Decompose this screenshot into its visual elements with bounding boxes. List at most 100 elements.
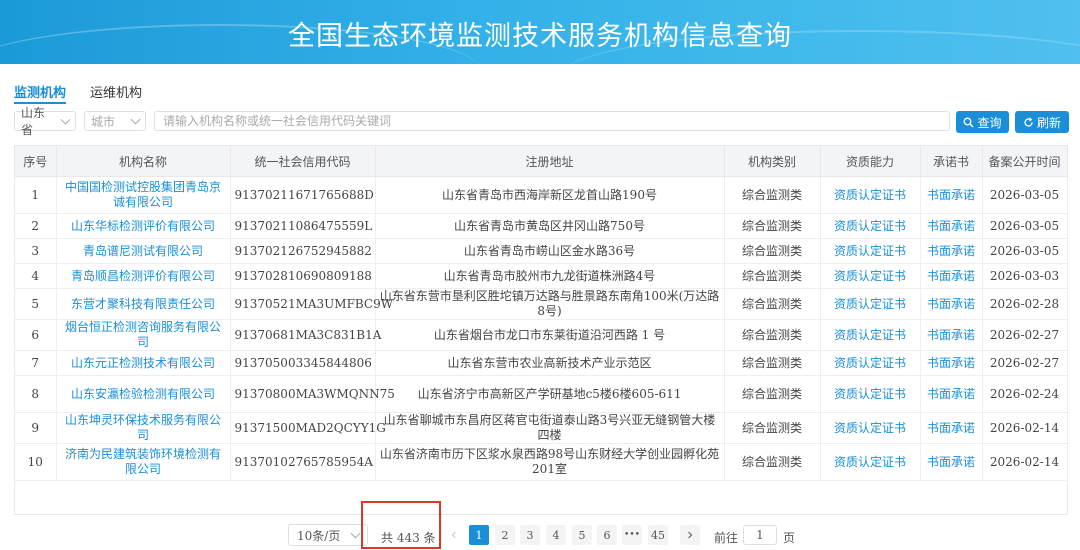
qualification-link[interactable]: 资质认定证书 [820,288,921,320]
row-number: 9 [15,412,57,444]
category: 综合监测类 [724,443,821,481]
column-header: 备案公开时间 [982,146,1068,177]
commitment-link[interactable]: 书面承诺 [920,350,983,376]
table-row: 8 山东安瀛检验检测有限公司 91370800MA3WMQNN75 山东省济宁市… [15,375,1068,413]
column-header: 注册地址 [375,146,725,177]
row-number: 1 [15,176,57,214]
filing-date: 2026-02-14 [982,443,1068,481]
tab-operation[interactable]: 运维机构 [90,82,142,104]
address: 山东省青岛市黄岛区井冈山路750号 [375,213,725,239]
tab-bar: 监测机构 运维机构 [14,82,142,104]
qualification-link[interactable]: 资质认定证书 [820,238,921,264]
qualification-link[interactable]: 资质认定证书 [820,176,921,214]
credit-code: 91370800MA3WMQNN75 [230,375,395,413]
qualification-link[interactable]: 资质认定证书 [820,213,921,239]
credit-code: 91370681MA3C831B1A [230,319,381,351]
filing-date: 2026-02-27 [982,350,1068,376]
commitment-link[interactable]: 书面承诺 [920,412,983,444]
address: 山东省青岛市胶州市九龙街道株洲路4号 [375,263,725,289]
org-name-link[interactable]: 东营才聚科技有限责任公司 [56,288,231,320]
column-header: 资质能力 [820,146,921,177]
row-number: 10 [15,443,57,481]
page-button[interactable]: 5 [572,525,592,545]
credit-code: 91371500MAD2QCYY1G [230,412,386,444]
search-input[interactable]: 请输入机构名称或统一社会信用代码关键词 [154,111,950,131]
category: 综合监测类 [724,319,821,351]
org-name-link[interactable]: 山东坤灵环保技术服务有限公司 [56,412,231,444]
filing-date: 2026-03-03 [982,263,1068,289]
filing-date: 2026-02-24 [982,375,1068,413]
refresh-button-label: 刷新 [1036,115,1061,130]
commitment-link[interactable]: 书面承诺 [920,319,983,351]
org-name-link[interactable]: 中国国检测试控股集团青岛京诚有限公司 [56,176,231,214]
table-row: 4 青岛顺昌检测评价有限公司 913702810690809188 山东省青岛市… [15,263,1068,289]
city-select-placeholder: 城市 [91,114,116,129]
row-number: 4 [15,263,57,289]
commitment-link[interactable]: 书面承诺 [920,238,983,264]
page-button[interactable]: 2 [495,525,515,545]
page-button[interactable]: 6 [597,525,617,545]
org-name-link[interactable]: 山东华标检测评价有限公司 [56,213,231,239]
credit-code: 91370211086475559L [230,213,376,239]
table-row: 9 山东坤灵环保技术服务有限公司 91371500MAD2QCYY1G 山东省聊… [15,412,1068,444]
row-number: 5 [15,288,57,320]
address: 山东省聊城市东昌府区蒋官屯街道泰山路3号兴亚无缝钢管大楼四楼 [375,412,725,444]
commitment-link[interactable]: 书面承诺 [920,375,983,413]
table-row: 6 烟台恒正检测咨询服务有限公司 91370681MA3C831B1A 山东省烟… [15,319,1068,351]
chevron-down-icon [130,114,141,125]
credit-code: 913702810690809188 [230,263,376,289]
province-select[interactable]: 山东省 [14,106,76,137]
org-name-link[interactable]: 山东安瀛检验检测有限公司 [56,375,231,413]
org-name-link[interactable]: 济南为民建筑装饰环境检测有限公司 [56,443,231,481]
highlight-annotation-box [361,501,441,549]
commitment-link[interactable]: 书面承诺 [920,263,983,289]
commitment-link[interactable]: 书面承诺 [920,443,983,481]
commitment-link[interactable]: 书面承诺 [920,176,983,214]
prev-page-button[interactable] [444,525,464,545]
org-name-link[interactable]: 烟台恒正检测咨询服务有限公司 [56,319,231,351]
page-button[interactable]: 4 [546,525,566,545]
row-number: 7 [15,350,57,376]
filing-date: 2026-03-05 [982,238,1068,264]
next-page-button[interactable] [680,525,700,545]
chevron-left-icon [451,531,456,539]
qualification-link[interactable]: 资质认定证书 [820,350,921,376]
table-row: 1 中国国检测试控股集团青岛京诚有限公司 91370211671765688D … [15,176,1068,214]
category: 综合监测类 [724,412,821,444]
address: 山东省烟台市龙口市东莱街道沿河西路 1 号 [375,319,725,351]
address: 山东省东营市农业高新技术产业示范区 [375,350,725,376]
row-number: 8 [15,375,57,413]
page-size-select[interactable]: 10条/页 [288,524,368,546]
table-row: 3 青岛谱尼测试有限公司 913702126752945882 山东省青岛市崂山… [15,238,1068,264]
qualification-link[interactable]: 资质认定证书 [820,412,921,444]
org-name-link[interactable]: 青岛顺昌检测评价有限公司 [56,263,231,289]
org-name-link[interactable]: 青岛谱尼测试有限公司 [56,238,231,264]
page-button[interactable]: 1 [469,525,489,545]
commitment-link[interactable]: 书面承诺 [920,288,983,320]
page-button[interactable]: 3 [520,525,540,545]
page-button[interactable]: 45 [648,525,668,545]
results-table: 序号 机构名称 统一社会信用代码 注册地址 机构类别 资质能力 承诺书 备案公开… [15,146,1068,481]
qualification-link[interactable]: 资质认定证书 [820,443,921,481]
qualification-link[interactable]: 资质认定证书 [820,263,921,289]
column-header: 机构名称 [56,146,231,177]
more-pages-button[interactable]: ••• [622,525,642,545]
search-icon [964,117,974,127]
category: 综合监测类 [724,288,821,320]
city-select[interactable]: 城市 [84,111,146,131]
filing-date: 2026-02-28 [982,288,1068,320]
goto-label: 前往 [714,531,739,545]
province-select-value: 山东省 [21,106,46,137]
row-number: 3 [15,238,57,264]
commitment-link[interactable]: 书面承诺 [920,213,983,239]
refresh-button[interactable]: 刷新 [1015,111,1069,133]
query-button[interactable]: 查询 [956,111,1009,133]
results-table-container: 序号 机构名称 统一社会信用代码 注册地址 机构类别 资质能力 承诺书 备案公开… [14,145,1068,515]
goto-page-input[interactable]: 1 [743,525,777,545]
qualification-link[interactable]: 资质认定证书 [820,375,921,413]
qualification-link[interactable]: 资质认定证书 [820,319,921,351]
org-name-link[interactable]: 山东元正检测技术有限公司 [56,350,231,376]
chevron-down-icon [350,528,361,539]
tab-monitoring[interactable]: 监测机构 [14,82,67,104]
credit-code: 91370211671765688D [230,176,376,214]
